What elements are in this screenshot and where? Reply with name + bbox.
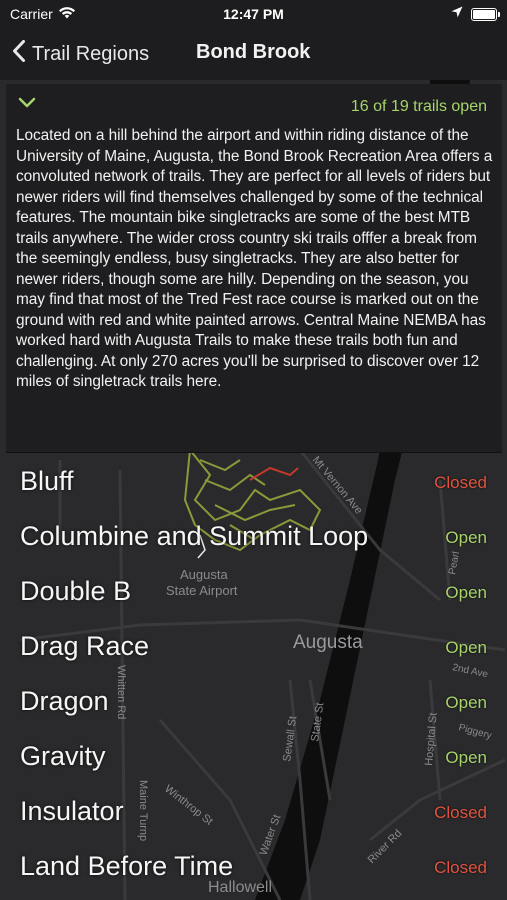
- battery-icon: [471, 7, 500, 21]
- location-arrow-icon: [451, 5, 463, 23]
- trail-name: Insulator: [20, 796, 124, 826]
- region-description: Located on a hill behind the airport and…: [16, 127, 493, 390]
- clock: 12:47 PM: [223, 6, 284, 22]
- trail-status: Open: [445, 748, 487, 767]
- open-trails-count: 16 of 19 trails open: [350, 98, 487, 115]
- trail-row[interactable]: Double B Open: [0, 565, 507, 620]
- trail-list: Bluff Closed Columbine and Summit Loop O…: [0, 455, 507, 895]
- trail-status: Open: [445, 638, 487, 657]
- trail-name: Drag Race: [20, 631, 150, 661]
- navigation-bar: Trail Regions Bond Brook: [0, 30, 507, 80]
- trail-status: Closed: [434, 803, 487, 822]
- trail-status: Open: [445, 693, 487, 712]
- trail-status: Open: [445, 583, 487, 602]
- back-button-label: Trail Regions: [32, 42, 150, 65]
- region-info-card: 16 of 19 trails open Located on a hill b…: [6, 84, 502, 453]
- trail-status: Closed: [434, 473, 487, 492]
- trail-name: Gravity: [20, 741, 106, 771]
- trail-row[interactable]: Insulator Closed: [0, 785, 507, 840]
- status-bar: Carrier 12:47 PM: [0, 0, 507, 30]
- trail-row[interactable]: Columbine and Summit Loop Open: [0, 510, 507, 565]
- trail-name: Columbine and Summit Loop: [20, 521, 369, 551]
- trail-row[interactable]: Land Before Time Closed: [0, 840, 507, 895]
- trail-row[interactable]: Dragon Open: [0, 675, 507, 730]
- trail-status: Closed: [434, 858, 487, 877]
- trail-name: Bluff: [20, 466, 74, 496]
- trail-name: Dragon: [20, 686, 109, 716]
- trail-row[interactable]: Drag Race Open: [0, 620, 507, 675]
- trail-name: Land Before Time: [20, 851, 234, 881]
- back-button[interactable]: Trail Regions: [12, 40, 149, 68]
- trail-name: Double B: [20, 576, 132, 606]
- status-right: [451, 5, 500, 23]
- trail-row[interactable]: Gravity Open: [0, 730, 507, 785]
- page-title: Bond Brook: [196, 41, 311, 63]
- chevron-left-icon: [12, 40, 26, 68]
- trail-status: Open: [445, 528, 487, 547]
- trail-row[interactable]: Bluff Closed: [0, 455, 507, 510]
- chevron-down-icon[interactable]: [18, 96, 36, 114]
